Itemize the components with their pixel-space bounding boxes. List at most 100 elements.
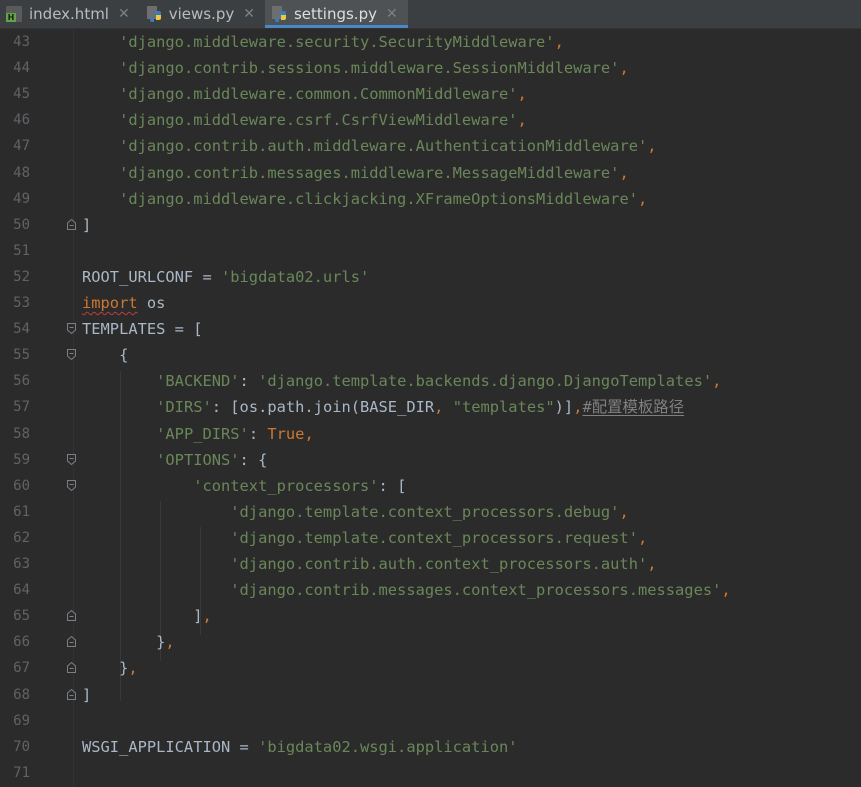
code-token: 'django.contrib.messages.middleware.Mess… (119, 163, 620, 182)
code-text: 'context_processors': [ (82, 473, 406, 499)
tab-label: settings.py (293, 5, 377, 23)
code-line[interactable]: 71 (0, 760, 861, 786)
code-token: 'bigdata02.urls' (221, 267, 370, 286)
fold-end-icon[interactable] (67, 636, 76, 648)
code-line[interactable]: 44 'django.contrib.sessions.middleware.S… (0, 55, 861, 81)
tab-settings-py[interactable]: settings.py ✕ (264, 0, 408, 28)
code-token: 'BACKEND' (156, 372, 240, 391)
fold-start-icon[interactable] (67, 453, 76, 465)
code-line[interactable]: 59 'OPTIONS': { (0, 447, 861, 473)
code-token: True (267, 424, 305, 443)
code-token: ] (82, 607, 203, 626)
code-line[interactable]: 43 'django.middleware.security.SecurityM… (0, 29, 861, 55)
code-token: 'django.template.backends.django.DjangoT… (258, 372, 713, 391)
code-text: ] (82, 212, 91, 238)
code-token: , (554, 33, 564, 51)
code-line[interactable]: 45 'django.middleware.common.CommonMiddl… (0, 81, 861, 107)
code-token: 'OPTIONS' (156, 450, 240, 469)
code-token: )] (554, 398, 574, 417)
code-line[interactable]: 52 ROOT_URLCONF = 'bigdata02.urls' (0, 264, 861, 290)
code-line[interactable]: 55 { (0, 342, 861, 368)
line-number: 46 (13, 112, 30, 129)
code-line[interactable]: 53 import os (0, 290, 861, 316)
code-token: : { (239, 450, 268, 469)
line-number: 58 (13, 425, 30, 442)
code-line[interactable]: 58 'APP_DIRS': True, (0, 421, 861, 447)
fold-end-icon[interactable] (67, 218, 76, 230)
code-line[interactable]: 61 'django.template.context_processors.d… (0, 499, 861, 525)
close-icon[interactable]: ✕ (386, 6, 398, 22)
code-line[interactable]: 65 ], (0, 603, 861, 629)
code-token: 'DIRS' (156, 398, 212, 417)
fold-end-icon[interactable] (67, 610, 76, 622)
code-token: } (82, 659, 129, 678)
code-line[interactable]: 70 WSGI_APPLICATION = 'bigdata02.wsgi.app… (0, 734, 861, 760)
code-token: , (619, 163, 629, 182)
fold-start-icon[interactable] (67, 323, 76, 335)
code-token: ] (82, 685, 92, 704)
code-token: 'django.middleware.csrf.CsrfViewMiddlewa… (119, 111, 518, 130)
code-editor[interactable]: 43 'django.middleware.security.SecurityM… (0, 29, 861, 787)
code-line[interactable]: 56 'BACKEND': 'django.template.backends.… (0, 368, 861, 394)
close-icon[interactable]: ✕ (243, 6, 255, 22)
code-line[interactable]: 63 'django.contrib.auth.context_processo… (0, 551, 861, 577)
code-line[interactable]: 66 }, (0, 629, 861, 655)
line-number: 71 (13, 764, 30, 781)
tab-index-html[interactable]: index.html ✕ (0, 0, 140, 28)
code-text: ROOT_URLCONF = 'bigdata02.urls' (82, 264, 369, 290)
code-text: }, (82, 629, 175, 655)
fold-end-icon[interactable] (67, 688, 76, 700)
code-line[interactable]: 51 (0, 238, 861, 264)
code-token: "templates" (452, 398, 555, 417)
code-token: , (517, 85, 527, 104)
fold-start-icon[interactable] (67, 349, 76, 361)
code-text: 'django.contrib.auth.middleware.Authenti… (82, 133, 657, 159)
line-number: 59 (13, 451, 30, 468)
code-line[interactable]: 57 'DIRS': [os.path.join(BASE_DIR, "temp… (0, 394, 861, 420)
line-number: 56 (13, 373, 30, 390)
code-line[interactable]: 68] (0, 682, 861, 708)
code-token: 'django.contrib.messages.context_process… (230, 581, 722, 600)
line-number: 70 (13, 738, 30, 755)
code-line[interactable]: 69 (0, 708, 861, 734)
code-line[interactable]: 67 }, (0, 655, 861, 681)
code-token: 'django.middleware.common.CommonMiddlewa… (119, 85, 518, 104)
line-number: 65 (13, 608, 30, 625)
line-number: 47 (13, 138, 30, 155)
code-line[interactable]: 50] (0, 212, 861, 238)
code-token: 'django.middleware.clickjacking.XFrameOp… (119, 189, 638, 208)
tab-views-py[interactable]: views.py ✕ (140, 0, 265, 28)
code-line[interactable]: 47 'django.contrib.auth.middleware.Authe… (0, 133, 861, 159)
line-number: 55 (13, 347, 30, 364)
code-line[interactable]: 62 'django.template.context_processors.r… (0, 525, 861, 551)
code-token: , (637, 189, 648, 208)
code-line[interactable]: 46 'django.middleware.csrf.CsrfViewMiddl… (0, 107, 861, 133)
code-line[interactable]: 48 'django.contrib.messages.middleware.M… (0, 160, 861, 186)
line-number: 61 (13, 503, 30, 520)
fold-end-icon[interactable] (67, 662, 76, 674)
code-token: ROOT_URLCONF = (82, 267, 221, 286)
code-token: , (619, 59, 629, 78)
line-number: 52 (13, 268, 30, 285)
html-file-icon (6, 6, 22, 22)
code-text: 'django.contrib.messages.middleware.Mess… (82, 160, 629, 186)
tab-label: index.html (29, 5, 109, 23)
code-text: 'DIRS': [os.path.join(BASE_DIR, "templat… (82, 394, 684, 420)
code-line[interactable]: 64 'django.contrib.messages.context_proc… (0, 577, 861, 603)
code-text: WSGI_APPLICATION = 'bigdata02.wsgi.appli… (82, 734, 518, 760)
code-token: , (647, 137, 657, 156)
close-icon[interactable]: ✕ (118, 6, 130, 22)
code-token: , (721, 581, 731, 600)
code-line[interactable]: 49 'django.middleware.clickjacking.XFram… (0, 186, 861, 212)
code-line[interactable]: 54 TEMPLATES = [ (0, 316, 861, 342)
fold-start-icon[interactable] (67, 479, 76, 491)
code-text: 'django.middleware.common.CommonMiddlewa… (82, 81, 527, 107)
code-token: , (712, 372, 722, 391)
code-token: { (82, 346, 129, 365)
code-line[interactable]: 60 'context_processors': [ (0, 473, 861, 499)
code-text: import os (82, 290, 165, 316)
